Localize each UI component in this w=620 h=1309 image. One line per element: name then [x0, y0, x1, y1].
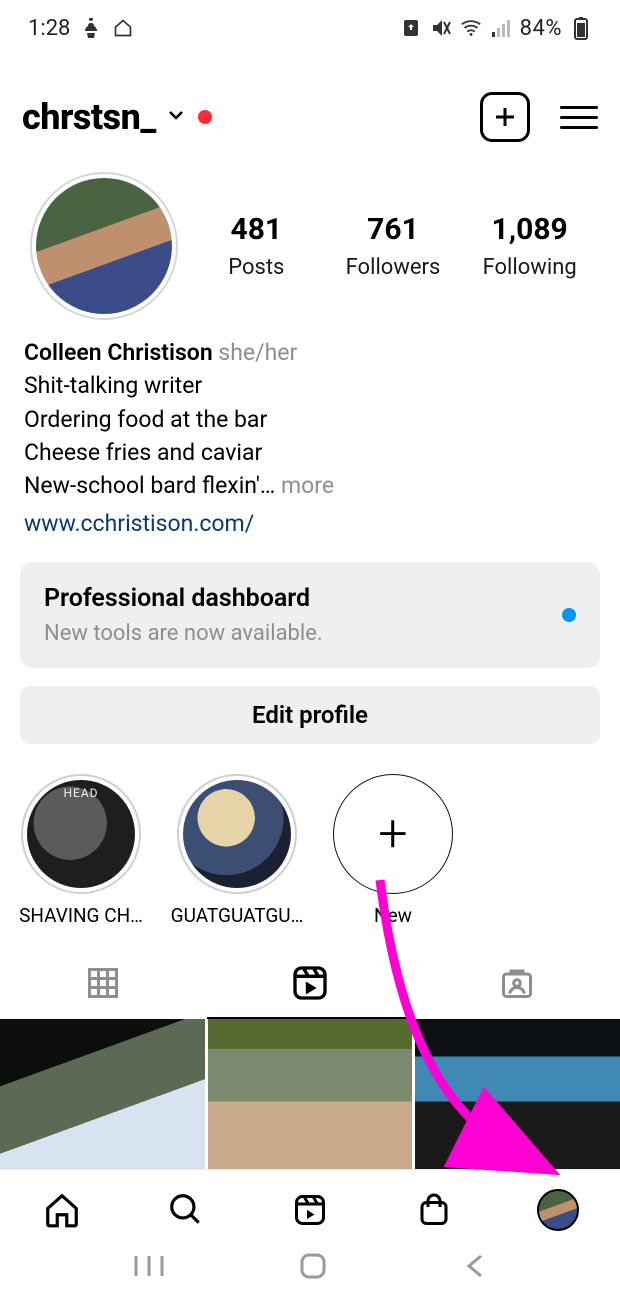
dashboard-subtitle: New tools are now available.: [44, 621, 323, 646]
profile-avatar[interactable]: [30, 172, 178, 320]
grid-icon: [85, 965, 121, 1001]
highlight-2[interactable]: GUATGUATGU…: [168, 774, 306, 927]
plus-icon: [491, 103, 519, 131]
content-grid: [0, 1019, 620, 1169]
highlight-1-label: SHAVING CH…: [19, 904, 143, 927]
username-switcher[interactable]: chrstsn_: [22, 96, 156, 138]
nav-recents[interactable]: [132, 1252, 166, 1284]
highlight-2-label: GUATGUATGU…: [171, 904, 304, 927]
bio-line-2: Ordering food at the bar: [24, 403, 596, 436]
highlight-1-image: [27, 780, 135, 888]
reels-icon: [290, 963, 330, 1003]
nav-search[interactable]: [164, 1188, 208, 1232]
nav-home-system[interactable]: [297, 1250, 329, 1286]
reel-1[interactable]: [0, 1019, 205, 1169]
bio-line-4-text: New-school bard flexin'…: [24, 472, 275, 499]
stat-posts-label: Posts: [201, 255, 311, 280]
stat-posts[interactable]: 481 Posts: [201, 212, 311, 280]
tab-reels[interactable]: [207, 949, 414, 1019]
chevron-down-icon[interactable]: [164, 103, 188, 131]
highlight-new[interactable]: + New: [324, 774, 462, 927]
dashboard-title: Professional dashboard: [44, 584, 323, 613]
android-status-bar: 1:28 84%: [0, 0, 620, 56]
nav-reels[interactable]: [288, 1188, 332, 1232]
profile-avatar-small: [537, 1189, 579, 1231]
tab-grid[interactable]: [0, 949, 207, 1019]
recycle-icon: [400, 17, 422, 39]
highlight-1[interactable]: SHAVING CH…: [12, 774, 150, 927]
plus-icon: +: [378, 808, 407, 860]
create-button[interactable]: [480, 92, 530, 142]
shop-icon: [416, 1192, 452, 1228]
display-name: Colleen Christison: [24, 339, 213, 366]
bio-more-link[interactable]: more: [275, 472, 334, 499]
signal-icon: [490, 17, 512, 39]
menu-button[interactable]: [560, 106, 598, 129]
mute-icon: [430, 17, 452, 39]
pronouns-text: she/her: [218, 339, 297, 366]
search-icon: [167, 1191, 205, 1229]
home-alert-icon: [112, 17, 134, 39]
reel-2[interactable]: [208, 1019, 413, 1169]
android-nav-bar: [0, 1227, 620, 1309]
stat-followers-label: Followers: [338, 255, 448, 280]
tab-tagged[interactable]: [413, 949, 620, 1019]
profile-summary: 481 Posts 761 Followers 1,089 Following: [0, 152, 620, 320]
wifi-icon: [460, 17, 482, 39]
reel-3[interactable]: [415, 1019, 620, 1169]
bio-link[interactable]: www.cchristison.com/: [24, 507, 254, 540]
stat-following-count: 1,089: [475, 212, 585, 247]
nav-back[interactable]: [461, 1252, 489, 1284]
edit-profile-label: Edit profile: [252, 701, 368, 729]
notification-dot: [198, 110, 212, 124]
pregnancy-icon: [80, 17, 102, 39]
nav-home[interactable]: [40, 1188, 84, 1232]
battery-icon: [570, 17, 592, 39]
profile-tabs: [0, 949, 620, 1019]
story-highlights: SHAVING CH… GUATGUATGU… + New: [0, 744, 620, 949]
avatar-image: [36, 178, 172, 314]
stat-posts-count: 481: [201, 212, 311, 247]
dashboard-new-indicator: [562, 608, 576, 622]
status-time: 1:28: [28, 16, 70, 41]
professional-dashboard-card[interactable]: Professional dashboard New tools are now…: [20, 562, 600, 668]
profile-header: chrstsn_: [0, 56, 620, 152]
bio-line-4: New-school bard flexin'… more: [24, 469, 596, 502]
reels-icon: [292, 1192, 328, 1228]
bio-line-1: Shit-talking writer: [24, 369, 596, 402]
edit-profile-button[interactable]: Edit profile: [20, 686, 600, 744]
stat-followers-count: 761: [338, 212, 448, 247]
home-icon: [43, 1191, 81, 1229]
battery-percent: 84%: [520, 16, 562, 41]
highlight-2-image: [183, 780, 291, 888]
nav-shop[interactable]: [412, 1188, 456, 1232]
tagged-icon: [499, 965, 535, 1001]
highlight-new-label: New: [374, 904, 412, 927]
stat-following[interactable]: 1,089 Following: [475, 212, 585, 280]
profile-bio: Colleen Christison she/her Shit-talking …: [0, 320, 620, 540]
bio-line-3: Cheese fries and caviar: [24, 436, 596, 469]
nav-profile[interactable]: [536, 1188, 580, 1232]
stat-followers[interactable]: 761 Followers: [338, 212, 448, 280]
stat-following-label: Following: [475, 255, 585, 280]
